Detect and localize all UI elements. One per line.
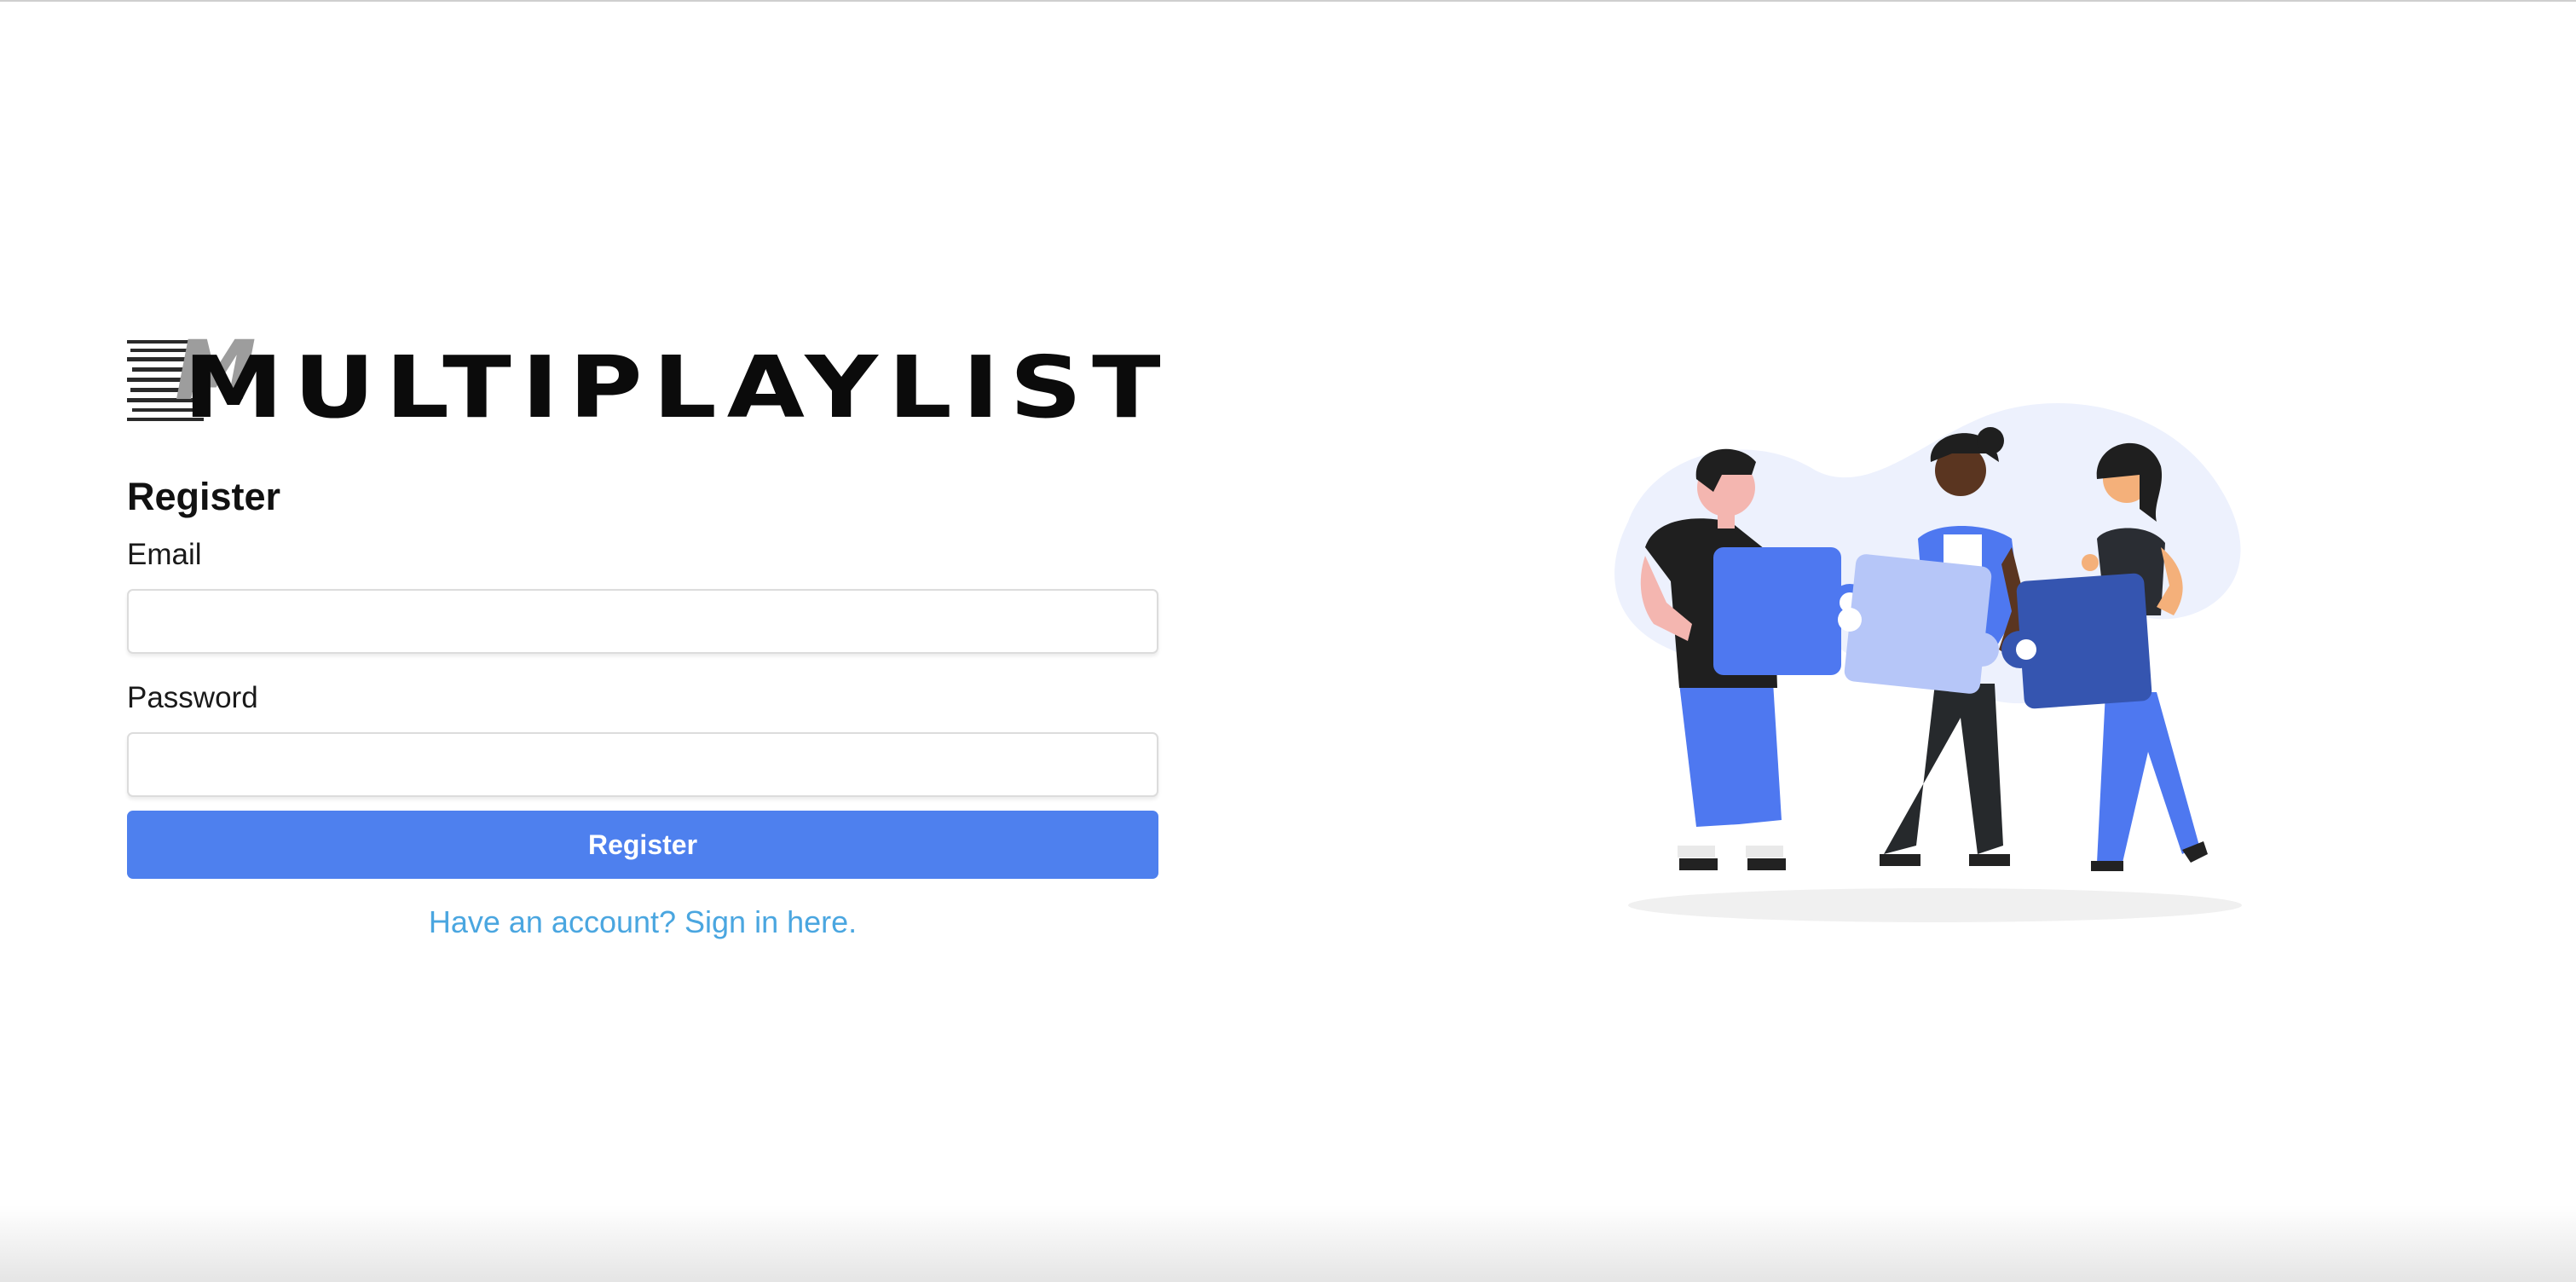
puzzle-piece-blue xyxy=(1713,547,1841,675)
password-field[interactable] xyxy=(127,732,1158,797)
register-form: M MULTIPLAYLIST Register Email Password … xyxy=(127,323,1161,940)
bottom-shade xyxy=(0,1205,2576,1282)
puzzle-piece-light xyxy=(1844,554,1992,694)
logo-wordmark: MULTIPLAYLIST xyxy=(183,338,1171,437)
app-logo: M MULTIPLAYLIST xyxy=(127,323,1161,441)
ground-shadow xyxy=(1628,888,2242,922)
signin-link[interactable]: Have an account? Sign in here. xyxy=(127,904,1158,940)
register-button[interactable]: Register xyxy=(127,811,1158,879)
email-field[interactable] xyxy=(127,589,1158,654)
password-label: Password xyxy=(127,681,258,714)
register-page: M MULTIPLAYLIST Register Email Password … xyxy=(0,0,2576,1282)
email-label: Email xyxy=(127,538,202,571)
team-puzzle-illustration xyxy=(1614,402,2242,922)
form-title: Register xyxy=(127,475,281,518)
